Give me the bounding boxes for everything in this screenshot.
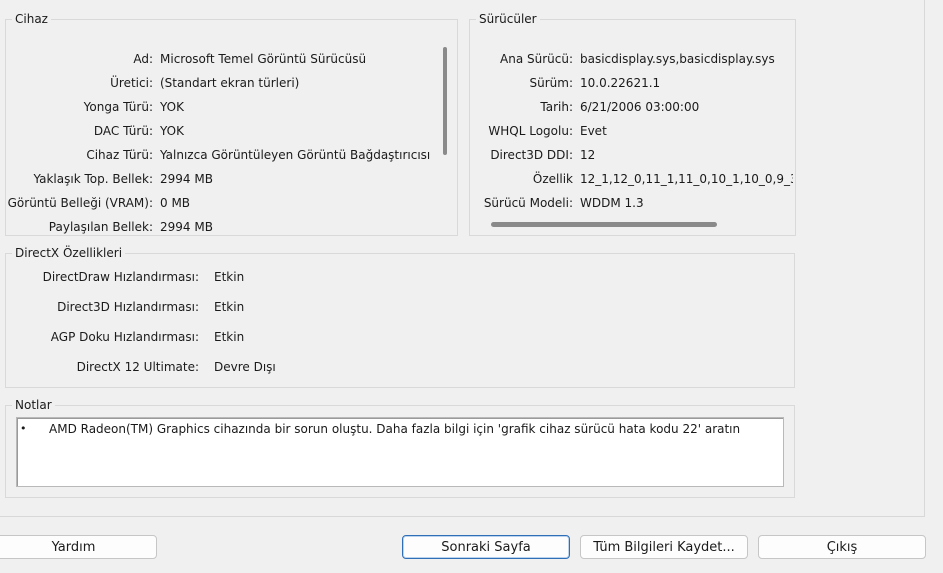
notes-textbox[interactable]: • AMD Radeon(TM) Graphics cihazında bir … [16, 417, 784, 487]
row-value: Etkin [214, 330, 245, 344]
exit-button[interactable]: Çıkış [758, 535, 926, 559]
row-value: 12_1,12_0,11_1,11_0,10_1,10_0,9_3 [580, 172, 793, 186]
row-label: WHQL Logolu: [488, 124, 573, 138]
row-value: 6/21/2006 03:00:00 [580, 100, 700, 114]
row-label: DirectX 12 Ultimate: [76, 360, 199, 374]
bullet-icon: • [20, 422, 27, 435]
row-value: 10.0.22621.1 [580, 76, 661, 90]
row-label: Sürüm: [529, 76, 574, 90]
row-value: 2994 MB [160, 220, 213, 234]
row-label: Tarih: [540, 100, 573, 114]
row-label: Ana Sürücü: [500, 52, 573, 66]
note-text: AMD Radeon(TM) Graphics cihazında bir so… [49, 422, 741, 436]
row-value: Etkin [214, 270, 245, 284]
row-label: Direct3D DDI: [490, 148, 573, 162]
directx-group-title: DirectX Özellikleri [12, 246, 126, 260]
row-value: WDDM 1.3 [580, 196, 644, 210]
notes-group-title: Notlar [12, 398, 55, 412]
row-value: Etkin [214, 300, 245, 314]
row-label: Paylaşılan Bellek: [48, 220, 153, 234]
scrollbar-thumb[interactable] [491, 222, 717, 227]
row-value: Evet [580, 124, 607, 138]
drivers-horizontal-scrollbar[interactable] [471, 214, 793, 234]
help-button[interactable]: Yardım [0, 535, 157, 559]
next-page-button[interactable]: Sonraki Sayfa [402, 535, 570, 559]
row-label: DirectDraw Hızlandırması: [42, 270, 199, 284]
driver-rows: Ana Sürücü: basicdisplay.sys,basicdispla… [0, 0, 793, 216]
row-value: Devre Dışı [214, 360, 276, 374]
tab-content-panel: Cihaz Ad: Microsoft Temel Görüntü Sürücü… [0, 0, 925, 517]
save-all-info-button[interactable]: Tüm Bilgileri Kaydet... [580, 535, 748, 559]
row-value: basicdisplay.sys,basicdisplay.sys [580, 52, 775, 66]
row-label: Sürücü Modeli: [483, 196, 573, 210]
row-label: Direct3D Hızlandırması: [57, 300, 199, 314]
row-label: AGP Doku Hızlandırması: [50, 330, 199, 344]
row-label: Özellik [532, 172, 573, 186]
row-value: 12 [580, 148, 596, 162]
